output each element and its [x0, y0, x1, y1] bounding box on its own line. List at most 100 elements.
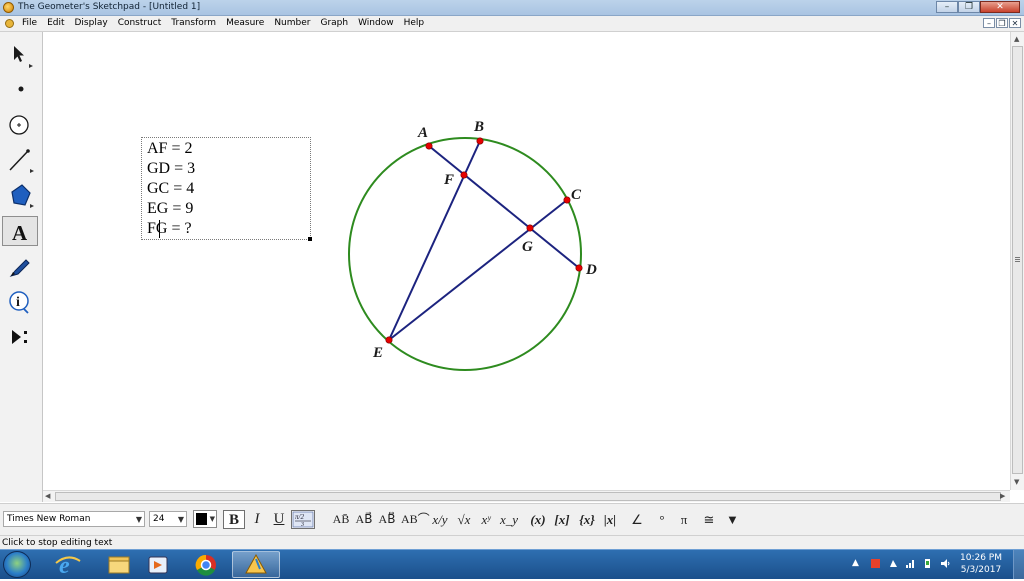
- point-c[interactable]: [563, 196, 571, 204]
- restore-button[interactable]: ❐: [958, 1, 980, 13]
- point-label-g[interactable]: G: [522, 239, 533, 255]
- subscript-button[interactable]: x_y: [500, 510, 518, 529]
- sketch-canvas[interactable]: AF = 2 GD = 3 GC = 4 EG = 9 FG = ? ABCDE…: [43, 32, 1010, 490]
- taskbar-sketchpad[interactable]: [232, 551, 280, 578]
- tray-app-icon[interactable]: [870, 558, 881, 569]
- scroll-grip: [1015, 257, 1020, 258]
- menu-number[interactable]: Number: [274, 16, 310, 31]
- window-controls: – ❐ ✕: [936, 1, 1020, 14]
- math-format-button[interactable]: π/2 3: [291, 510, 315, 529]
- point-icon: [18, 86, 24, 92]
- power-plug-icon[interactable]: [922, 558, 933, 569]
- app-icon[interactable]: [3, 2, 14, 13]
- network-signal-icon[interactable]: [905, 558, 916, 569]
- fraction-button[interactable]: x/y: [432, 510, 448, 529]
- selection-arrow-tool[interactable]: [2, 40, 38, 70]
- menu-bar: File Edit Display Construct Transform Measure…: [0, 16, 1024, 32]
- marker-tool[interactable]: [2, 252, 38, 282]
- degree-symbol-button[interactable]: °: [656, 510, 668, 529]
- horizontal-scrollbar[interactable]: ◀ ▶: [43, 490, 1010, 502]
- doc-minimize-button[interactable]: –: [983, 18, 995, 28]
- underline-button[interactable]: U: [270, 510, 288, 529]
- scroll-up-arrow[interactable]: ▲: [1014, 34, 1019, 44]
- more-symbols-button[interactable]: ▼: [726, 510, 739, 529]
- vertical-scroll-thumb[interactable]: [1012, 46, 1023, 474]
- menu-display[interactable]: Display: [75, 16, 108, 31]
- menu-construct[interactable]: Construct: [118, 16, 162, 31]
- segment-be[interactable]: [388, 140, 481, 341]
- scroll-left-arrow[interactable]: ◀: [45, 491, 50, 501]
- compass-tool[interactable]: [2, 110, 38, 140]
- close-button[interactable]: ✕: [980, 1, 1020, 13]
- doc-restore-button[interactable]: ❐: [996, 18, 1008, 28]
- taskbar-internet-explorer[interactable]: e: [44, 551, 92, 579]
- start-button[interactable]: [3, 551, 31, 578]
- point-label-a[interactable]: A: [417, 125, 428, 141]
- point-d[interactable]: [575, 264, 583, 272]
- taskbar-chrome[interactable]: [182, 551, 230, 578]
- sketchpad-icon: [245, 553, 267, 574]
- arc-notation-button[interactable]: AB⌒: [401, 510, 430, 529]
- parentheses-button[interactable]: (x): [528, 510, 548, 529]
- point-b[interactable]: [476, 137, 484, 145]
- absolute-value-button[interactable]: |x|: [600, 510, 620, 529]
- point-tool[interactable]: [2, 74, 38, 104]
- angle-symbol-button[interactable]: ∠: [630, 510, 644, 529]
- polygon-tool[interactable]: [2, 180, 38, 210]
- point-g[interactable]: [526, 224, 534, 232]
- doc-close-button[interactable]: ✕: [1009, 18, 1021, 28]
- polygon-icon: [11, 184, 34, 208]
- point-label-e[interactable]: E: [372, 345, 383, 361]
- menu-help[interactable]: Help: [404, 16, 425, 31]
- brackets-button[interactable]: [x]: [552, 510, 572, 529]
- square-root-button[interactable]: √x: [454, 510, 474, 529]
- bold-button[interactable]: B: [223, 510, 245, 529]
- minimize-button[interactable]: –: [936, 1, 958, 13]
- point-label-d[interactable]: D: [585, 262, 597, 278]
- text-color-picker[interactable]: ▼: [193, 510, 217, 528]
- point-label-f[interactable]: F: [443, 172, 454, 188]
- show-desktop-button[interactable]: [1013, 550, 1024, 579]
- custom-tool[interactable]: [2, 322, 38, 352]
- menu-window[interactable]: Window: [358, 16, 394, 31]
- horizontal-scroll-thumb[interactable]: [55, 492, 1001, 501]
- information-tool[interactable]: i: [2, 287, 38, 317]
- action-center-icon[interactable]: [888, 558, 899, 569]
- scroll-right-arrow[interactable]: ▶: [1000, 491, 1005, 501]
- compass-icon: [9, 115, 29, 135]
- scroll-down-arrow[interactable]: ▼: [1014, 477, 1019, 487]
- font-family-select[interactable]: Times New Roman ▼: [3, 511, 145, 527]
- text-tool[interactable]: A: [2, 216, 38, 246]
- congruent-symbol-button[interactable]: ≅: [702, 510, 716, 529]
- point-f[interactable]: [460, 171, 468, 179]
- font-size-select[interactable]: 24 ▼: [149, 511, 187, 527]
- vertical-scrollbar[interactable]: ▲ ▼: [1010, 32, 1024, 490]
- menu-file[interactable]: File: [22, 16, 37, 31]
- braces-button[interactable]: {x}: [577, 510, 597, 529]
- pi-symbol-button[interactable]: π: [677, 510, 691, 529]
- menu-edit[interactable]: Edit: [47, 16, 64, 31]
- straightedge-tool[interactable]: [2, 145, 38, 175]
- segment-ec[interactable]: [388, 199, 568, 341]
- point-a[interactable]: [425, 142, 433, 150]
- arrow-icon: [14, 46, 33, 68]
- point-label-c[interactable]: C: [571, 187, 582, 203]
- windows-taskbar: e ▲ 10:26 PM 5/3/2017: [0, 549, 1024, 579]
- menu-transform[interactable]: Transform: [171, 16, 216, 31]
- ray-notation-button[interactable]: AB⃗: [354, 510, 374, 529]
- volume-icon[interactable]: [940, 558, 951, 569]
- superscript-button[interactable]: xʸ: [477, 510, 495, 529]
- clock-date[interactable]: 5/3/2017: [955, 565, 1007, 576]
- document-icon[interactable]: [5, 19, 14, 28]
- show-hidden-icons-button[interactable]: ▲: [852, 558, 859, 568]
- menu-measure[interactable]: Measure: [226, 16, 264, 31]
- point-e[interactable]: [385, 336, 393, 344]
- clock-time[interactable]: 10:26 PM: [955, 553, 1007, 564]
- svg-text:3: 3: [300, 522, 304, 528]
- italic-button[interactable]: I: [249, 510, 265, 529]
- point-label-b[interactable]: B: [473, 119, 484, 135]
- segment-notation-button[interactable]: AB̄: [331, 510, 351, 529]
- taskbar-media-player[interactable]: [135, 551, 183, 578]
- line-notation-button[interactable]: AB⃡: [377, 510, 397, 529]
- menu-graph[interactable]: Graph: [320, 16, 348, 31]
